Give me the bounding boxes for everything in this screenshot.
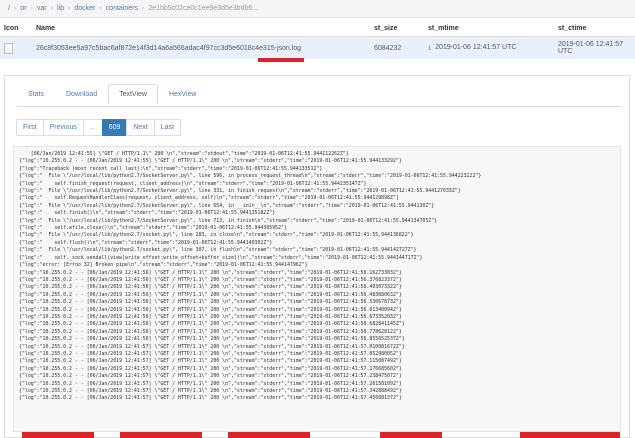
viewer-tabs: Stats Download TextView HexView <box>17 84 207 104</box>
log-line: {"log":" self.RequestHandlerClass(reques… <box>19 195 399 202</box>
log-line: {"log":" File \"/usr/local/lib/python2.7… <box>19 188 461 195</box>
file-mtime: 2019-01-06 12:41:57 UTC <box>435 44 517 51</box>
breadcrumb-item[interactable]: / <box>8 5 10 12</box>
download-icon[interactable]: ⤓ <box>428 44 431 51</box>
breadcrumb: / › or › var › lib › docker › containers › 2e1… <box>0 0 635 18</box>
tab-download[interactable]: Download <box>55 84 108 104</box>
breadcrumb-separator: › <box>67 5 71 12</box>
pager-ellipsis: ... <box>82 119 103 136</box>
log-line: {"log":"10.255.0.2 - - [06/Jan/2019 12:4… <box>19 336 405 343</box>
file-viewer-panel: Stats Download TextView HexView First Pr… <box>4 75 630 438</box>
log-line: {"log":"10.255.0.2 - - [06/Jan/2019 12:4… <box>19 350 402 357</box>
column-header-size[interactable]: st_size <box>370 20 424 37</box>
breadcrumb-item[interactable]: containers <box>106 5 138 12</box>
log-line: {"log":"10.255.0.2 - - [06/Jan/2019 12:4… <box>19 380 402 387</box>
log-text-view[interactable]: [06/Jan/2019 12:41:55] \"GET / HTTP/1.1\… <box>13 146 621 432</box>
log-line: {"log":" File \"/usr/local/lib/python2.7… <box>19 232 414 239</box>
breadcrumb-item[interactable]: docker <box>74 5 95 12</box>
column-header-icon: Icon <box>0 20 32 37</box>
log-line: {"log":"10.255.0.2 - - [06/Jan/2019 12:4… <box>19 291 402 298</box>
log-line: {"log":" self.finish_request(request, cl… <box>19 180 367 187</box>
file-table: Icon Name st_size st_mtime st_ctime 26c8… <box>0 20 635 59</box>
tab-hexview[interactable]: HexView <box>158 84 208 104</box>
pager-previous[interactable]: Previous <box>42 119 84 136</box>
tab-divider <box>17 106 621 107</box>
log-line: {"log":"10.255.0.2 - - [06/Jan/2019 12:4… <box>19 395 402 402</box>
pagination: First Previous ... 609 Next Last <box>16 119 182 136</box>
annotation-mark <box>380 432 442 438</box>
log-line: {"log":" self.wfile.close()\n","stream":… <box>19 225 287 232</box>
log-line: {"log":" File \"/usr/local/lib/python2.7… <box>19 217 438 224</box>
annotation-mark <box>228 432 310 438</box>
log-line: {"log":"error: [Errno 32] Broken pipe\n"… <box>19 262 308 269</box>
log-line: {"log":" self.finish()\n","stream":"stde… <box>19 210 276 217</box>
breadcrumb-item[interactable]: var <box>37 5 47 12</box>
column-header-name[interactable]: Name <box>32 20 370 37</box>
log-line: {"log":" self.flush()\n","stream":"stder… <box>19 239 273 246</box>
annotation-mark <box>120 432 202 438</box>
log-line: {"log":"10.255.0.2 - - [06/Jan/2019 12:4… <box>19 269 402 276</box>
log-line: {"log":" File \"/usr/local/lib/python2.7… <box>19 173 482 180</box>
pager-next[interactable]: Next <box>126 119 155 136</box>
log-line: [06/Jan/2019 12:41:55] \"GET / HTTP/1.1\… <box>19 151 349 157</box>
log-line: {"log":"10.255.0.2 - - [06/Jan/2019 12:4… <box>19 365 402 372</box>
breadcrumb-item[interactable]: or <box>20 5 26 12</box>
annotation-mark <box>22 432 94 438</box>
log-line: {"log":"10.255.0.2 - - [06/Jan/2019 12:4… <box>19 313 402 320</box>
breadcrumb-separator: › <box>99 5 102 12</box>
file-icon-cell <box>0 37 32 60</box>
file-ctime: 2019-01-06 12:41:57 UTC <box>558 41 623 55</box>
log-line: {"log":"10.255.0.2 - - [06/Jan/2019 12:4… <box>19 388 402 394</box>
breadcrumb-separator: › <box>50 5 53 12</box>
tab-stats[interactable]: Stats <box>17 84 55 104</box>
file-table-header: Icon Name st_size st_mtime st_ctime <box>0 20 635 37</box>
log-line: {"log":"10.255.0.2 - - [06/Jan/2019 12:4… <box>19 306 402 313</box>
breadcrumb-separator: › <box>141 5 145 12</box>
log-line: {"log":" File \"/usr/local/lib/python2.7… <box>19 247 417 254</box>
annotation-marks <box>0 432 635 438</box>
log-line: {"log":"10.255.0.2 - - [06/Jan/2019 12:4… <box>19 299 402 306</box>
pager-last[interactable]: Last <box>153 119 182 136</box>
file-icon <box>4 42 13 54</box>
file-row[interactable]: 26c8f3053ee5a97c5bac6af872e14f3d14a6a566… <box>0 36 635 60</box>
annotation-mark <box>520 432 620 438</box>
log-line: {"log":"10.255.0.2 - - [06/Jan/2019 12:4… <box>19 276 402 283</box>
log-line: {"log":"10.255.0.2 - - [06/Jan/2019 12:4… <box>19 158 402 165</box>
file-size: 6084232 <box>374 44 402 52</box>
log-line: {"log":"10.255.0.2 - - [06/Jan/2019 12:4… <box>19 343 405 350</box>
breadcrumb-separator: › <box>30 5 33 12</box>
pager-current[interactable]: 609 <box>101 119 128 136</box>
log-line: {"log":"10.255.0.2 - - [06/Jan/2019 12:4… <box>19 358 402 365</box>
log-line: {"log":" self._sock.sendall(view[write_o… <box>19 254 423 261</box>
column-header-ctime[interactable]: st_ctime <box>554 20 635 37</box>
breadcrumb-current: 2e1bb5c02ce0c1ee9e3d5e3bdb6... <box>148 5 259 12</box>
file-name[interactable]: 26c8f3053ee5a97c5bac6af872e14f3d14a6a566… <box>32 37 370 60</box>
annotation-underline <box>258 58 304 62</box>
log-line: {"log":" File \"/usr/local/lib/python2.7… <box>19 202 435 209</box>
breadcrumb-separator: › <box>13 5 17 12</box>
column-header-mtime[interactable]: st_mtime <box>424 20 554 37</box>
log-line: {"log":"10.255.0.2 - - [06/Jan/2019 12:4… <box>19 284 402 291</box>
file-mtime-cell: ⤓ 2019-01-06 12:41:57 UTC <box>424 37 554 60</box>
log-line: {"log":"10.255.0.2 - - [06/Jan/2019 12:4… <box>19 328 402 335</box>
breadcrumb-item[interactable]: lib <box>57 5 64 12</box>
tab-textview[interactable]: TextView <box>108 84 158 104</box>
log-line: {"log":"10.255.0.2 - - [06/Jan/2019 12:4… <box>19 373 402 380</box>
log-line: {"log":"10.255.0.2 - - [06/Jan/2019 12:4… <box>19 321 405 328</box>
pager-first[interactable]: First <box>16 119 44 136</box>
log-line: {"log":"Traceback (most recent call last… <box>19 165 323 172</box>
